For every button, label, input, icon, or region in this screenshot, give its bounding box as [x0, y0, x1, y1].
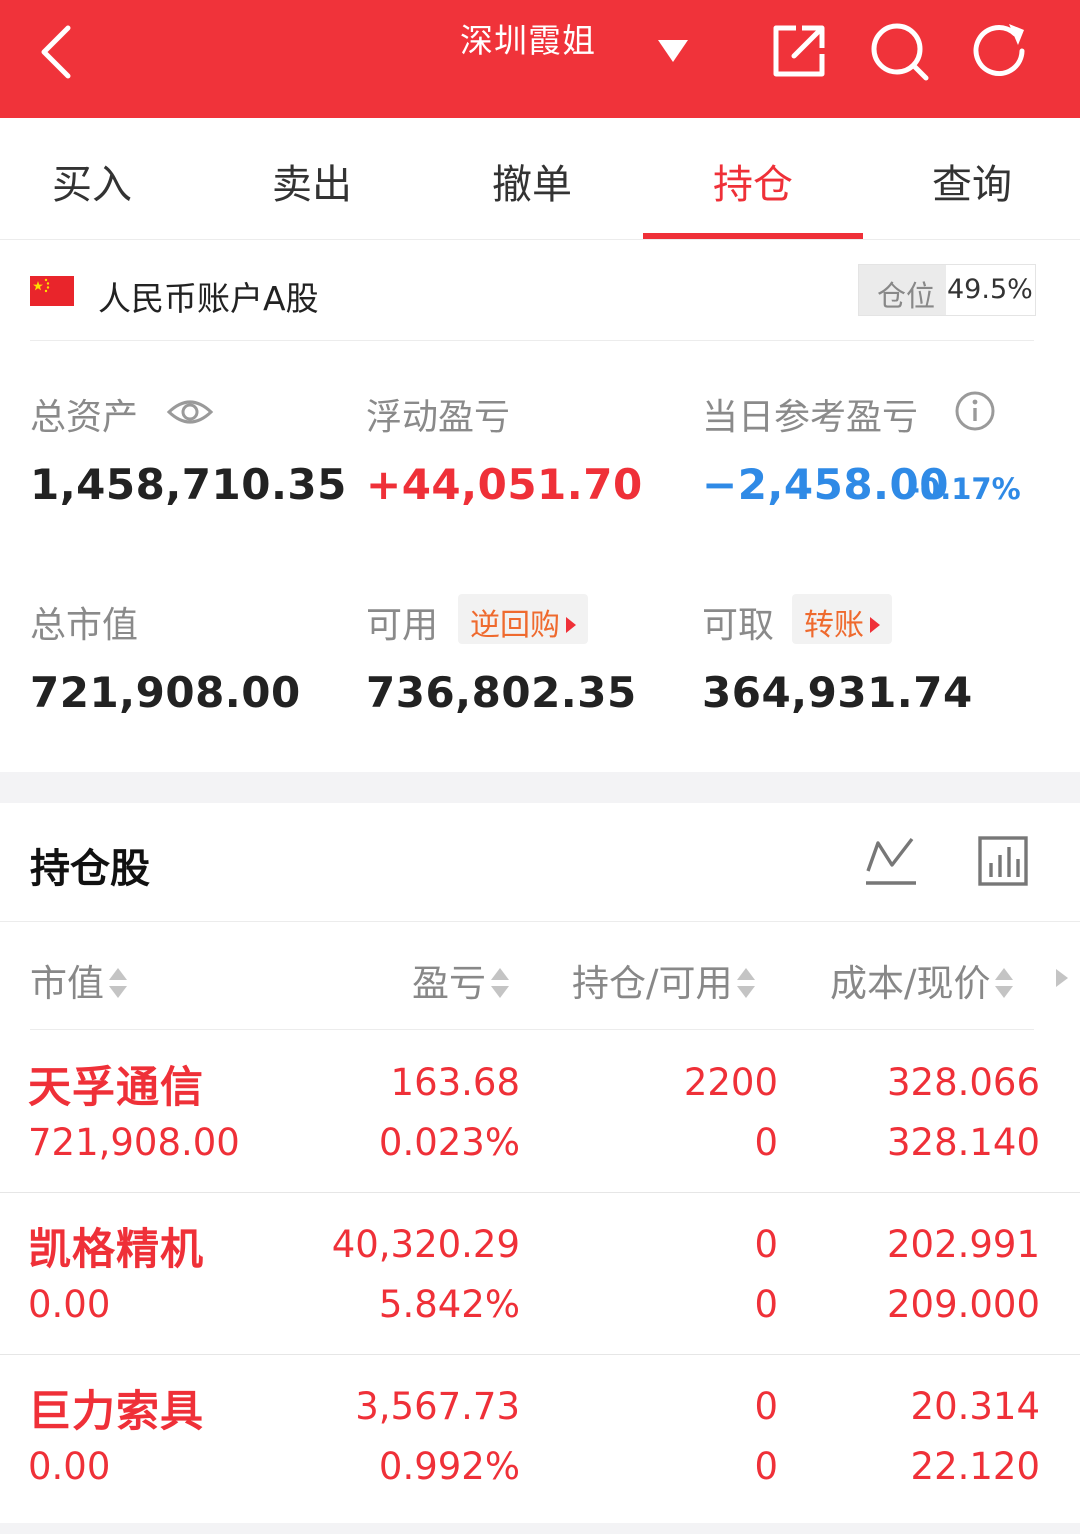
tab-query[interactable]: 查询 [862, 152, 1080, 210]
holdings-panel: 持仓股 市值 盈亏 持仓/可用 成本/现价 天孚通信 721,908.00 16… [0, 803, 1080, 1523]
position-label: 仓位 [877, 279, 936, 313]
account-name: 人民币账户A股 [98, 279, 319, 318]
active-tab-indicator [643, 233, 863, 239]
share-icon[interactable] [766, 18, 832, 84]
refresh-icon[interactable] [966, 18, 1032, 84]
current-price: 328.140 [886, 1121, 1040, 1164]
cost-price: 20.314 [910, 1385, 1040, 1428]
float-pl-label: 浮动盈亏 [366, 397, 511, 438]
available-qty: 0 [754, 1445, 778, 1488]
tab-buy[interactable]: 买入 [0, 152, 202, 210]
total-assets-label: 总资产 [30, 397, 139, 438]
info-icon[interactable] [954, 390, 996, 432]
stock-name: 巨力索具 [28, 1387, 204, 1437]
cost-price: 202.991 [886, 1223, 1040, 1266]
tab-holdings[interactable]: 持仓 [643, 152, 863, 210]
sort-icon [491, 968, 509, 998]
page-title: 深圳霞姐 [460, 21, 596, 60]
market-value: 0.00 [28, 1445, 111, 1488]
column-market-value[interactable]: 市值 [30, 953, 128, 1007]
profit-loss-percent: 0.023% [378, 1121, 520, 1164]
table-row[interactable]: 巨力索具 0.00 3,567.73 0.992% 0 0 20.314 22.… [0, 1355, 1080, 1517]
scroll-right-icon[interactable] [1054, 967, 1070, 989]
back-icon [41, 25, 71, 79]
back-button[interactable] [30, 20, 90, 84]
search-icon[interactable] [866, 18, 932, 84]
sort-icon [995, 968, 1014, 998]
tab-cancel-order[interactable]: 撤单 [422, 152, 642, 210]
profit-loss: 40,320.29 [331, 1223, 520, 1266]
current-price: 22.120 [910, 1445, 1040, 1488]
position-ratio-badge: 仓位 49.5% [858, 264, 1036, 316]
market-value-label: 总市值 [30, 605, 139, 646]
trade-tabs: 买入 卖出 撤单 持仓 查询 [0, 118, 1080, 240]
position-qty: 0 [754, 1223, 778, 1266]
position-qty: 2200 [683, 1061, 778, 1104]
divider [0, 921, 1080, 922]
profit-loss-percent: 5.842% [378, 1283, 520, 1326]
reverse-repo-button[interactable]: 逆回购 [458, 594, 588, 644]
holdings-title: 持仓股 [30, 846, 150, 892]
position-value: 49.5% [947, 274, 1033, 305]
withdrawable-value: 364,931.74 [702, 668, 973, 717]
market-value: 0.00 [28, 1283, 111, 1326]
profit-loss-percent: 0.992% [378, 1445, 520, 1488]
float-pl-value: +44,051.70 [366, 460, 643, 509]
market-value: 721,908.00 [28, 1121, 240, 1164]
sort-icon [737, 968, 756, 998]
profit-loss: 163.68 [390, 1061, 520, 1104]
profit-loss: 3,567.73 [355, 1385, 520, 1428]
play-arrow-icon [870, 617, 880, 633]
transfer-label: 转账 [804, 608, 864, 643]
column-cost-price[interactable]: 成本/现价 [830, 953, 1014, 1007]
eye-icon[interactable] [166, 394, 214, 430]
position-qty: 0 [754, 1385, 778, 1428]
daily-pl-percent: -0.17% [908, 472, 1021, 506]
stock-name: 凯格精机 [28, 1225, 204, 1275]
column-profit-loss[interactable]: 盈亏 [412, 953, 510, 1007]
table-row[interactable]: 凯格精机 0.00 40,320.29 5.842% 0 0 202.991 2… [0, 1193, 1080, 1355]
china-flag-icon [30, 276, 74, 306]
top-bar: 深圳霞姐 [0, 0, 1080, 118]
daily-pl-label: 当日参考盈亏 [702, 397, 919, 438]
sort-icon [109, 968, 127, 998]
play-arrow-icon [566, 617, 576, 633]
dropdown-caret-icon[interactable] [656, 38, 690, 64]
available-qty: 0 [754, 1283, 778, 1326]
current-price: 209.000 [886, 1283, 1040, 1326]
market-value-value: 721,908.00 [30, 668, 301, 717]
withdrawable-label: 可取 [702, 605, 775, 646]
divider [30, 340, 1034, 341]
transfer-button[interactable]: 转账 [792, 594, 892, 644]
total-assets-value: 1,458,710.35 [30, 460, 347, 509]
line-chart-icon[interactable] [862, 833, 922, 889]
tab-sell[interactable]: 卖出 [202, 152, 422, 210]
stock-name: 天孚通信 [28, 1063, 204, 1113]
bar-chart-icon[interactable] [974, 833, 1034, 889]
available-value: 736,802.35 [366, 668, 637, 717]
account-summary: 人民币账户A股 仓位 49.5% 总资产 1,458,710.35 浮动盈亏 +… [0, 240, 1080, 772]
table-row[interactable]: 天孚通信 721,908.00 163.68 0.023% 2200 0 328… [0, 1031, 1080, 1193]
available-qty: 0 [754, 1121, 778, 1164]
column-position-available[interactable]: 持仓/可用 [572, 953, 756, 1007]
reverse-repo-label: 逆回购 [470, 608, 560, 643]
cost-price: 328.066 [886, 1061, 1040, 1104]
divider [30, 1029, 1034, 1030]
available-label: 可用 [366, 605, 439, 646]
